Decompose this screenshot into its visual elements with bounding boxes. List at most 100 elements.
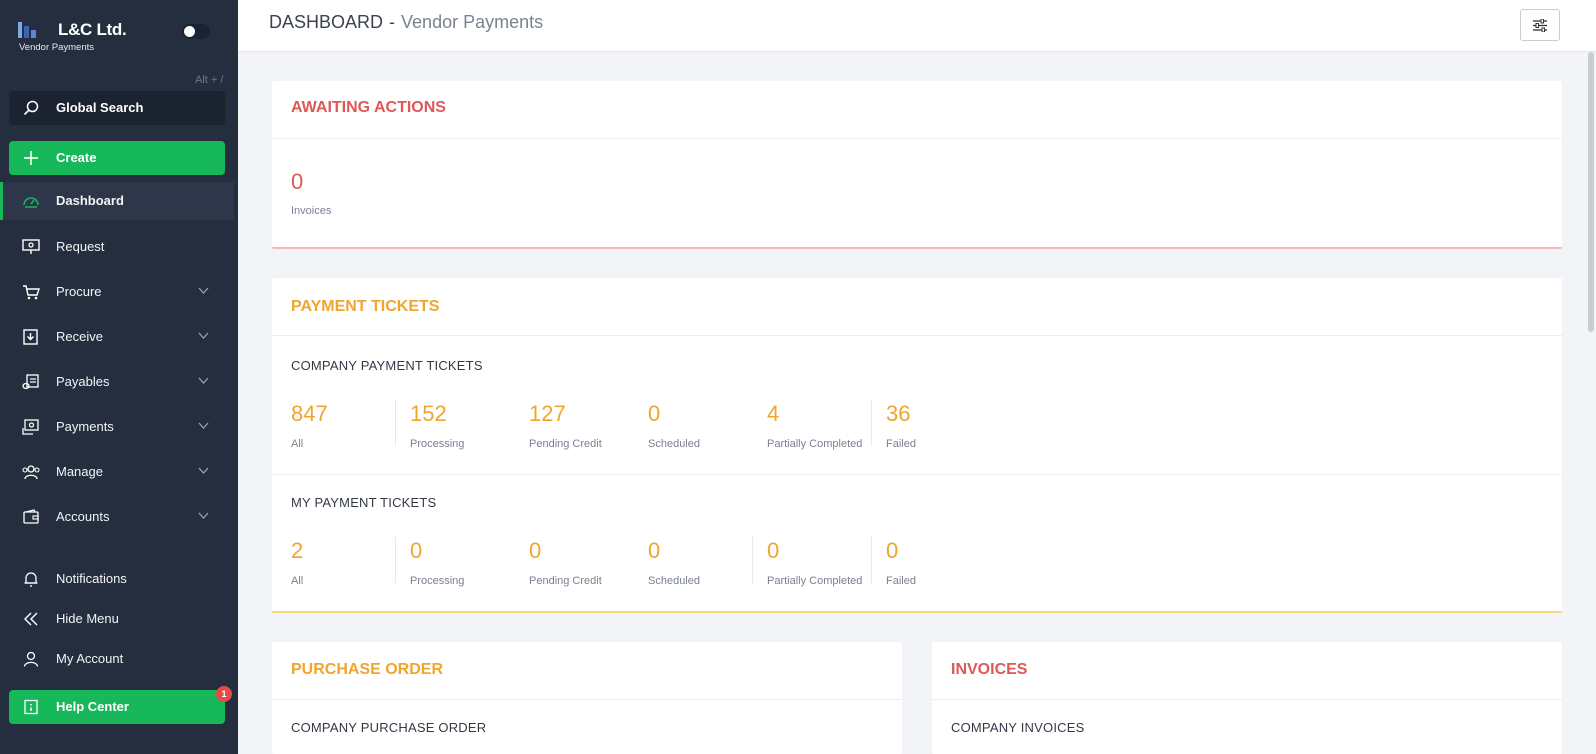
- chevron-down-icon: [198, 287, 209, 294]
- users-icon: [22, 465, 40, 480]
- stat-label: Failed: [886, 438, 916, 450]
- receive-icon: [23, 329, 38, 345]
- dashboard-settings-button[interactable]: [1520, 9, 1560, 41]
- company-invoices-title: COMPANY INVOICES: [951, 720, 1085, 735]
- payment-tickets-title: PAYMENT TICKETS: [291, 298, 440, 315]
- cart-icon: [23, 285, 40, 300]
- stat-label: Pending Credit: [529, 438, 602, 450]
- company-logo-icon: [18, 22, 36, 38]
- purchase-order-title: PURCHASE ORDER: [291, 661, 444, 678]
- search-shortcut-hint: Alt + /: [195, 74, 224, 86]
- sidebar-item-accounts[interactable]: Accounts: [0, 498, 234, 536]
- awaiting-actions-card: AWAITING ACTIONS 0 Invoices: [272, 81, 1562, 249]
- stat-label: Processing: [410, 438, 465, 450]
- top-header: DASHBOARD - Vendor Payments: [238, 0, 1596, 52]
- stat-value: 0: [529, 538, 542, 563]
- card-divider: [932, 699, 1562, 700]
- page-title: DASHBOARD - Vendor Payments: [269, 12, 543, 33]
- notifications-link[interactable]: Notifications: [0, 560, 234, 598]
- sliders-icon: [1533, 19, 1547, 32]
- my-payment-tickets-title: MY PAYMENT TICKETS: [291, 495, 437, 510]
- awaiting-invoices-label: Invoices: [291, 205, 332, 217]
- stat-value: 0: [767, 538, 780, 563]
- sidebar-item-label: Accounts: [56, 509, 110, 524]
- wallet-icon: [23, 509, 39, 524]
- stat-label: Scheduled: [648, 438, 700, 450]
- sidebar-item-payments[interactable]: Payments: [0, 408, 234, 446]
- create-button[interactable]: Create: [9, 141, 225, 175]
- hide-menu-link[interactable]: Hide Menu: [0, 600, 234, 638]
- sidebar: L&C Ltd. Vendor Payments Alt + / Global …: [0, 0, 238, 754]
- stat-label: All: [291, 575, 304, 587]
- payables-icon: [22, 374, 39, 390]
- sidebar-item-label: Payments: [56, 419, 114, 434]
- sidebar-item-dashboard[interactable]: Dashboard: [0, 182, 234, 220]
- stat-separator: [395, 400, 396, 446]
- chevron-down-icon: [198, 422, 209, 429]
- company-name: L&C Ltd.: [58, 20, 127, 39]
- chevron-down-icon: [198, 332, 209, 339]
- theme-toggle[interactable]: [182, 24, 210, 39]
- stat-value: 152: [410, 401, 447, 426]
- invoices-title: INVOICES: [951, 661, 1028, 678]
- user-icon: [23, 651, 39, 667]
- sidebar-item-label: Request: [56, 239, 105, 254]
- page-scrollbar[interactable]: [1588, 52, 1594, 332]
- sidebar-item-label: Procure: [56, 284, 102, 299]
- chevron-down-icon: [198, 467, 209, 474]
- help-notification-badge: 1: [216, 686, 232, 702]
- global-search-button[interactable]: Global Search: [9, 91, 225, 125]
- global-search-label: Global Search: [56, 100, 144, 115]
- sidebar-item-label: Receive: [56, 329, 103, 344]
- company-payment-tickets-title: COMPANY PAYMENT TICKETS: [291, 358, 483, 373]
- stat-value: 0: [886, 538, 899, 563]
- payments-icon: [22, 419, 39, 435]
- dashboard-icon: [23, 197, 39, 208]
- search-icon: [23, 100, 39, 116]
- my-account-link[interactable]: My Account: [0, 640, 234, 678]
- help-center-button[interactable]: Help Center: [9, 690, 225, 724]
- request-icon: [22, 239, 40, 254]
- stat-label: Partially Completed: [767, 575, 863, 587]
- page-title-main: DASHBOARD: [269, 12, 384, 32]
- awaiting-invoices-count[interactable]: 0: [291, 169, 303, 195]
- stat-value: 2: [291, 538, 304, 563]
- stat-value: 0: [648, 401, 661, 426]
- help-icon: [24, 699, 38, 715]
- stat-separator: [395, 537, 396, 583]
- stat-separator: [752, 537, 753, 583]
- payment-tickets-card: PAYMENT TICKETS COMPANY PAYMENT TICKETS …: [272, 278, 1562, 613]
- sidebar-item-procure[interactable]: Procure: [0, 273, 234, 311]
- sidebar-item-label: Payables: [56, 374, 110, 389]
- card-divider: [272, 335, 1562, 336]
- invoices-card: INVOICES COMPANY INVOICES: [932, 642, 1562, 754]
- page-title-separator: -: [389, 12, 396, 32]
- stat-separator: [871, 537, 872, 583]
- chevron-down-icon: [198, 377, 209, 384]
- create-label: Create: [56, 150, 97, 165]
- sidebar-item-payables[interactable]: Payables: [0, 363, 234, 401]
- stat-value: 4: [767, 401, 780, 426]
- sidebar-item-receive[interactable]: Receive: [0, 318, 234, 356]
- stat-value: 847: [291, 401, 328, 426]
- plus-icon: [24, 151, 38, 165]
- stat-separator: [871, 400, 872, 446]
- stat-label: Pending Credit: [529, 575, 602, 587]
- stat-value: 36: [886, 401, 911, 426]
- card-divider: [272, 138, 1562, 139]
- sidebar-item-label: Dashboard: [56, 193, 124, 208]
- company-subtitle: Vendor Payments: [19, 42, 94, 53]
- stat-value: 127: [529, 401, 566, 426]
- double-chevron-left-icon: [24, 612, 38, 626]
- help-center-label: Help Center: [56, 699, 129, 714]
- sidebar-item-request[interactable]: Request: [0, 228, 234, 266]
- my-account-label: My Account: [56, 651, 124, 666]
- awaiting-actions-title: AWAITING ACTIONS: [291, 99, 446, 116]
- card-divider: [272, 699, 902, 700]
- sidebar-item-manage[interactable]: Manage: [0, 453, 234, 491]
- stat-label: Partially Completed: [767, 438, 863, 450]
- company-purchase-order-title: COMPANY PURCHASE ORDER: [291, 720, 487, 735]
- toggle-knob: [184, 26, 195, 37]
- stat-label: All: [291, 438, 304, 450]
- chevron-down-icon: [198, 512, 209, 519]
